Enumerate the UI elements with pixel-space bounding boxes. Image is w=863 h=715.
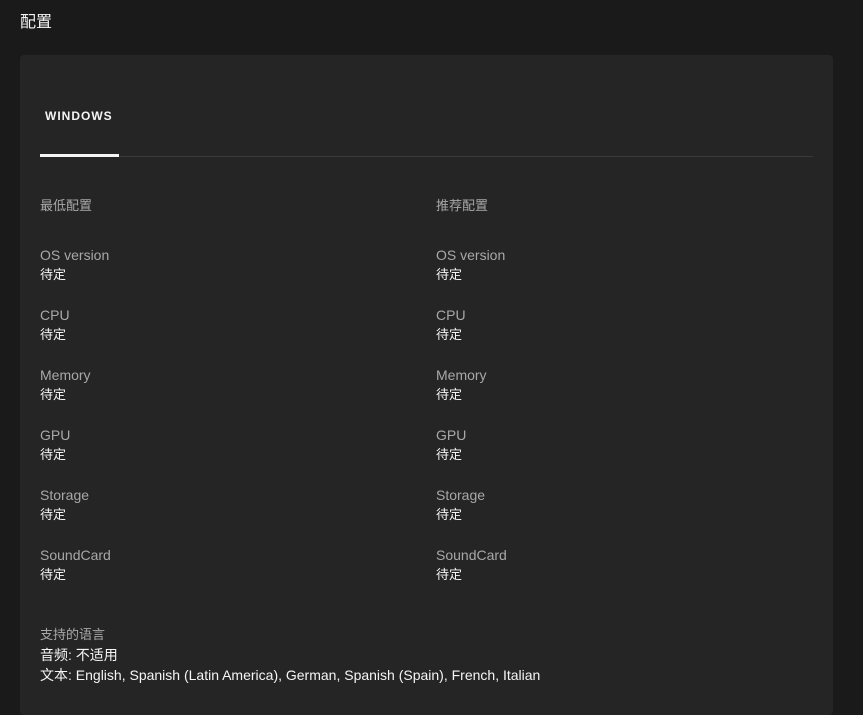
spec-label: OS version xyxy=(40,247,110,263)
spec-value: 待定 xyxy=(436,507,463,522)
spec-soundcard: SoundCard 待定 xyxy=(436,545,816,585)
spec-soundcard: SoundCard 待定 xyxy=(40,545,420,585)
recommended-requirements: 推荐配置 OS version 待定 CPU 待定 Memory 待定 GPU … xyxy=(436,195,816,582)
spec-cpu: CPU 待定 xyxy=(40,305,420,345)
spec-value: 待定 xyxy=(436,387,463,402)
spec-label: Memory xyxy=(40,367,91,383)
spec-value: 待定 xyxy=(40,327,67,342)
spec-value: 待定 xyxy=(40,387,67,402)
spec-value: 待定 xyxy=(40,567,67,582)
spec-value: 待定 xyxy=(436,447,463,462)
spec-label: Memory xyxy=(436,367,487,383)
spec-value: 待定 xyxy=(436,567,463,582)
spec-value: 待定 xyxy=(436,327,463,342)
spec-memory: Memory 待定 xyxy=(436,365,816,405)
spec-label: CPU xyxy=(436,307,466,323)
minimum-requirements: 最低配置 OS version 待定 CPU 待定 Memory 待定 GPU … xyxy=(40,195,420,582)
spec-os-version: OS version 待定 xyxy=(40,245,420,285)
spec-storage: Storage 待定 xyxy=(436,485,816,525)
tab-windows[interactable]: WINDOWS xyxy=(40,55,119,157)
tab-windows-label: WINDOWS xyxy=(45,109,113,123)
spec-gpu: GPU 待定 xyxy=(436,425,816,465)
spec-label: SoundCard xyxy=(436,547,507,563)
minimum-requirements-heading: 最低配置 xyxy=(40,198,93,213)
active-tab-indicator xyxy=(40,154,119,157)
spec-label: SoundCard xyxy=(40,547,111,563)
spec-value: 待定 xyxy=(40,267,67,282)
supported-languages-heading: 支持的语言 xyxy=(40,627,106,642)
spec-cpu: CPU 待定 xyxy=(436,305,816,345)
spec-value: 待定 xyxy=(436,267,463,282)
spec-label: GPU xyxy=(40,427,71,443)
spec-gpu: GPU 待定 xyxy=(40,425,420,465)
spec-memory: Memory 待定 xyxy=(40,365,420,405)
spec-value: 待定 xyxy=(40,447,67,462)
platform-tabs: WINDOWS xyxy=(40,55,813,157)
audio-languages: 音频: 不适用 xyxy=(40,647,118,663)
section-title: 配置 xyxy=(20,14,53,31)
recommended-requirements-heading: 推荐配置 xyxy=(436,198,489,213)
specifications-card: WINDOWS 最低配置 OS version 待定 CPU 待定 Memory… xyxy=(20,55,833,715)
spec-os-version: OS version 待定 xyxy=(436,245,816,285)
spec-label: Storage xyxy=(436,487,486,503)
spec-storage: Storage 待定 xyxy=(40,485,420,525)
spec-label: CPU xyxy=(40,307,70,323)
spec-label: Storage xyxy=(40,487,90,503)
text-languages: 文本: English, Spanish (Latin America), Ge… xyxy=(40,667,541,683)
spec-label: GPU xyxy=(436,427,467,443)
spec-value: 待定 xyxy=(40,507,67,522)
spec-label: OS version xyxy=(436,247,506,263)
supported-languages: 支持的语言 音频: 不适用 文本: English, Spanish (Lati… xyxy=(40,625,813,685)
